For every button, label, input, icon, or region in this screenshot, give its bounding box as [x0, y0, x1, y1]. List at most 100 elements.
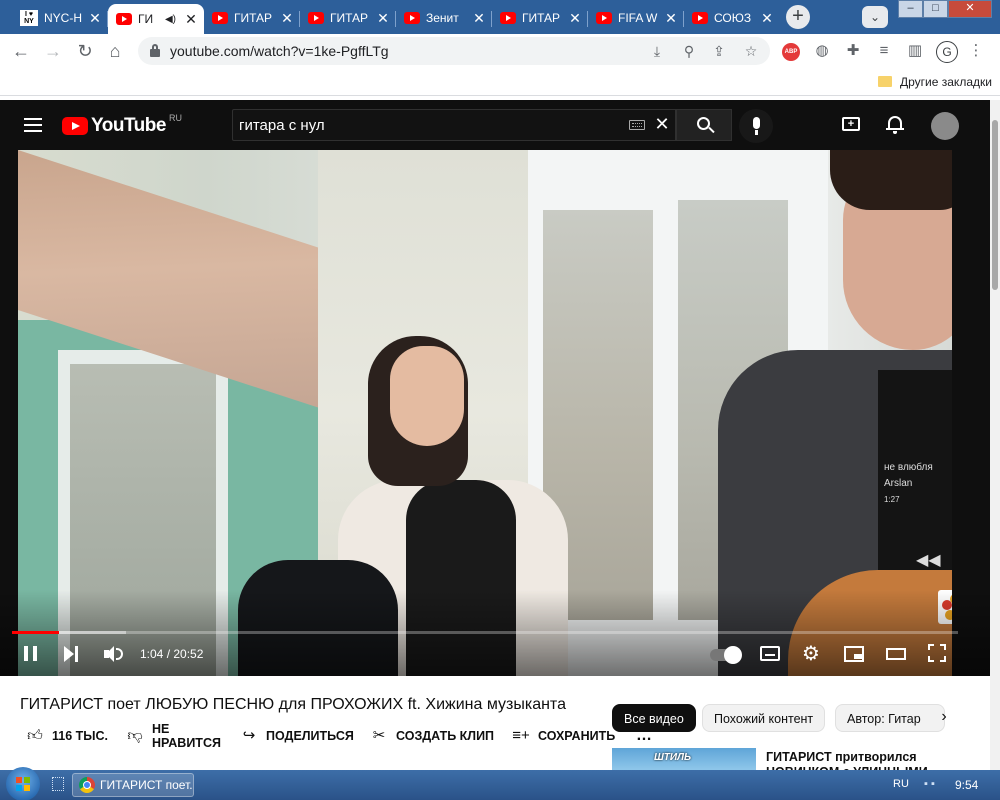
keyboard-icon[interactable] [629, 120, 645, 130]
tab-close-icon[interactable]: ✕ [760, 10, 774, 27]
windows-logo-icon [16, 777, 30, 791]
video-player[interactable]: не влюбля Arslan 1:27 ◀◀ 1:04 / 20:52 ⚙ [0, 150, 990, 676]
profile-avatar[interactable]: G [936, 41, 958, 63]
search-button[interactable] [676, 109, 732, 141]
thumbs-down-icon: 👎︎ [127, 727, 143, 744]
autoplay-toggle[interactable] [710, 646, 742, 664]
close-icon[interactable]: ✕ [653, 114, 671, 135]
puzzle-extensions-icon[interactable]: ✚ [843, 41, 863, 61]
side-panel-icon[interactable]: ▥ [905, 41, 925, 61]
next-video-icon[interactable] [64, 644, 80, 664]
fullscreen-icon[interactable] [928, 644, 946, 662]
zoom-icon[interactable]: ⚲ [680, 42, 698, 60]
share-icon[interactable]: ⇪ [710, 42, 728, 60]
home-icon[interactable]: ⌂ [104, 40, 126, 62]
shirt-print: не влюбля Arslan 1:27 [884, 460, 933, 508]
progress-played [12, 631, 60, 634]
address-bar[interactable]: youtube.com/watch?v=1ke-PgffLTg ⤓ ⚲ ⇪ ☆ [138, 37, 770, 65]
progress-bar[interactable] [12, 631, 958, 634]
search-input[interactable] [239, 114, 619, 136]
tab-soyuz[interactable]: СОЮЗ ✕ [684, 4, 780, 32]
recommended-video-thumbnail[interactable]: ШТИЛЬ [612, 748, 756, 770]
tab-close-icon[interactable]: ✕ [88, 10, 102, 27]
url-text[interactable]: youtube.com/watch?v=1ke-PgffLTg [170, 43, 389, 59]
windows-taskbar: ГИТАРИСТ поет... RU ▪ ▪ 9:54 [0, 767, 1000, 800]
chip-by-author[interactable]: Автор: Гитар [835, 704, 945, 732]
create-clip-button[interactable]: ✂ СОЗДАТЬ КЛИП [370, 722, 494, 750]
chevron-right-icon[interactable]: › [935, 708, 953, 726]
subtitles-icon[interactable] [760, 646, 780, 661]
show-desktop-icon[interactable] [52, 777, 64, 791]
share-button[interactable]: ↪ ПОДЕЛИТЬСЯ [240, 722, 354, 750]
install-icon[interactable]: ⤓ [648, 42, 666, 60]
back-icon[interactable]: ← [10, 40, 32, 62]
like-count: 116 ТЫС. [52, 729, 109, 743]
bookmark-star-icon[interactable]: ☆ [742, 42, 760, 60]
chip-similar-content[interactable]: Похожий контент [702, 704, 826, 732]
volume-icon[interactable] [104, 644, 124, 664]
youtube-icon [116, 13, 132, 25]
tab-fifa[interactable]: FIFA W ✕ [588, 4, 684, 32]
start-button[interactable] [6, 767, 40, 800]
youtube-logo[interactable]: YouTube RU [62, 113, 182, 137]
maximize-button[interactable]: □ [923, 0, 948, 18]
dislike-button[interactable]: 👎︎ НЕ НРАВИТСЯ [126, 722, 221, 750]
scrollbar-thumb[interactable] [992, 120, 998, 290]
youtube-header: YouTube RU ✕ + [0, 100, 990, 150]
globe-extension-icon[interactable]: ◍ [812, 41, 832, 61]
microphone-icon [753, 117, 760, 129]
browser-menu-icon[interactable]: ⋮ [966, 41, 986, 61]
tab-guitar-2[interactable]: ГИТАР ✕ [300, 4, 396, 32]
tab-close-icon[interactable]: ✕ [472, 10, 486, 27]
lock-icon[interactable] [150, 44, 160, 57]
menu-icon[interactable] [24, 118, 42, 132]
forward-icon[interactable]: → [42, 40, 64, 62]
youtube-icon [212, 12, 228, 24]
chrome-icon [79, 777, 95, 793]
taskbar-chrome-window[interactable]: ГИТАРИСТ поет... [72, 773, 194, 797]
media-queue-icon[interactable]: ≡ [874, 41, 894, 61]
tab-close-icon[interactable]: ✕ [664, 10, 678, 27]
tray-icons[interactable]: ▪ ▪ [924, 778, 935, 790]
tab-search-button[interactable]: ⌄ [862, 6, 888, 28]
close-window-button[interactable]: ✕ [948, 0, 992, 18]
reload-icon[interactable]: ↻ [74, 40, 96, 62]
tab-close-icon[interactable]: ✕ [184, 11, 198, 28]
chip-all-videos[interactable]: Все видео [612, 704, 696, 732]
logo-text: YouTube [91, 115, 166, 136]
youtube-icon [596, 12, 612, 24]
speaker-icon[interactable]: ◀) [165, 14, 176, 25]
miniplayer-icon[interactable] [844, 646, 864, 662]
tab-close-icon[interactable]: ✕ [376, 10, 390, 27]
tab-nyc[interactable]: I ♥ NY NYC-H ✕ [12, 4, 108, 32]
playlist-add-icon: ≡+ [512, 727, 530, 744]
tab-close-icon[interactable]: ✕ [568, 10, 582, 27]
page-scrollbar[interactable] [990, 100, 1000, 770]
like-button[interactable]: 👍︎ 116 ТЫС. [26, 722, 108, 750]
language-indicator[interactable]: RU [893, 778, 909, 790]
tab-guitar-3[interactable]: ГИТАР ✕ [492, 4, 588, 32]
pause-icon[interactable] [24, 644, 38, 664]
minimize-button[interactable]: – [898, 0, 923, 18]
other-bookmarks-link[interactable]: Другие закладки [900, 75, 992, 89]
adblock-extension-icon[interactable]: ABP [782, 43, 800, 61]
search-box: ✕ [232, 109, 676, 141]
tab-guitar-1[interactable]: ГИТАР ✕ [204, 4, 300, 32]
voice-search-button[interactable] [739, 109, 773, 143]
theater-mode-icon[interactable] [886, 648, 906, 660]
account-avatar[interactable] [931, 112, 959, 140]
chevron-down-icon: ⌄ [869, 10, 881, 24]
system-clock[interactable]: 9:54 [955, 778, 978, 792]
create-video-icon[interactable]: + [842, 117, 860, 131]
shirt-print-line: 1:27 [884, 495, 900, 504]
new-tab-button[interactable]: + [786, 5, 810, 29]
share-arrow-icon: ↪ [242, 727, 256, 744]
scissors-icon: ✂ [372, 727, 386, 744]
tab-zenit[interactable]: Зенит ✕ [396, 4, 492, 32]
tab-youtube-active[interactable]: ГИ ◀) ✕ [108, 4, 204, 34]
tab-close-icon[interactable]: ✕ [280, 10, 294, 27]
gear-icon[interactable]: ⚙ [802, 644, 820, 664]
recommended-video-title[interactable]: ГИТАРИСТ притворился НОВИЧКОМ с УЛИЧНЫМИ [766, 750, 980, 770]
notifications-bell-icon[interactable] [886, 114, 904, 134]
save-button[interactable]: ≡+ СОХРАНИТЬ [512, 722, 615, 750]
